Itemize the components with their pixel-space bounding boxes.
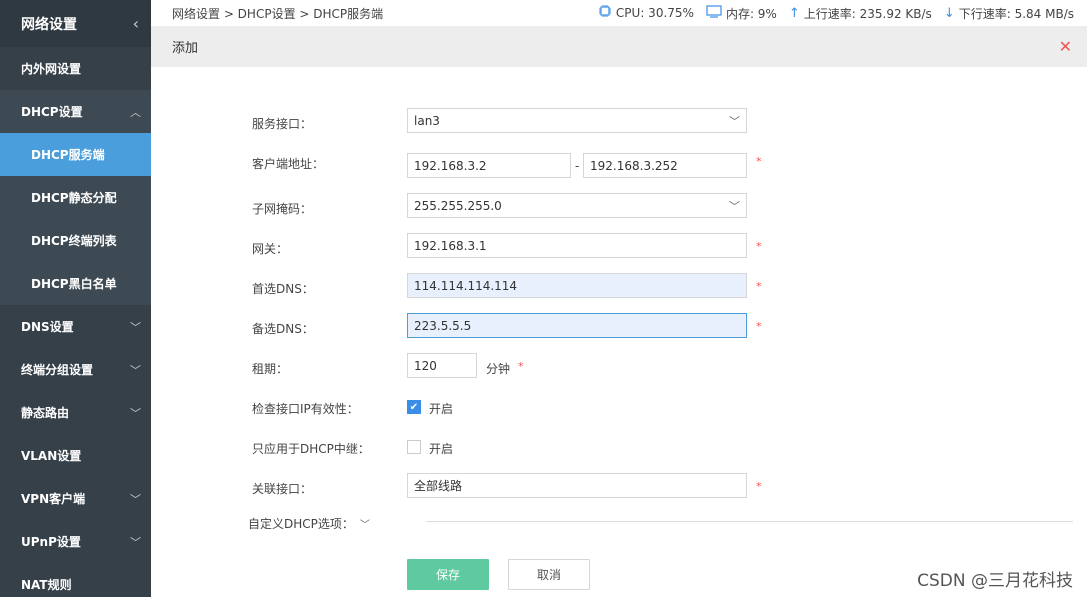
lease-label: 租期：: [252, 362, 289, 376]
required-mark: *: [756, 320, 762, 333]
chevron-down-icon: ﹀: [130, 492, 141, 506]
interface-label: 服务接口：: [252, 117, 313, 131]
panel-header: 添加 ✕: [151, 26, 1087, 67]
sidebar-subitem-dhcp-static[interactable]: DHCP静态分配: [0, 176, 151, 219]
link-interface-label: 关联接口：: [252, 482, 313, 496]
dns2-input[interactable]: 223.5.5.5: [407, 313, 747, 338]
sidebar-subitem-dhcp-server[interactable]: DHCP服务端: [0, 133, 151, 176]
cpu-icon: [598, 4, 612, 22]
relay-option-label: 开启: [429, 442, 454, 456]
watermark: CSDN @三月花科技: [917, 571, 1073, 591]
custom-dhcp-options-toggle[interactable]: 自定义DHCP选项： ﹀: [248, 515, 370, 532]
sidebar-item-nat[interactable]: NAT规则: [0, 563, 151, 597]
monitor-icon: [706, 4, 722, 22]
dns2-label: 备选DNS：: [252, 322, 314, 336]
chevron-down-icon: ﹀: [130, 363, 141, 377]
chevron-down-icon: ﹀: [130, 406, 141, 420]
sidebar-item-dns[interactable]: DNS设置 ﹀: [0, 305, 151, 348]
sidebar-item-vpn-client[interactable]: VPN客户端 ﹀: [0, 477, 151, 520]
chevron-down-icon: ﹀: [359, 520, 370, 531]
required-mark: *: [756, 155, 762, 168]
range-separator: -: [575, 159, 580, 173]
arrow-down-icon: ↓: [943, 5, 955, 21]
top-bar: 网络设置 > DHCP设置 > DHCP服务端 CPU: 30.75% 内存: …: [151, 0, 1087, 26]
sidebar-item-static-route[interactable]: 静态路由 ﹀: [0, 391, 151, 434]
panel-title: 添加: [172, 41, 199, 56]
sidebar-section-network[interactable]: 网络设置 ‹: [0, 0, 151, 47]
arrow-up-icon: ↑: [788, 5, 800, 21]
gateway-input[interactable]: 192.168.3.1: [407, 233, 747, 258]
check-ip-label: 检查接口IP有效性：: [252, 402, 359, 416]
gateway-label: 网关：: [252, 242, 289, 256]
close-icon[interactable]: ✕: [1059, 37, 1072, 56]
sidebar-item-terminal-group[interactable]: 终端分组设置 ﹀: [0, 348, 151, 391]
interface-select[interactable]: lan3 ﹀: [407, 108, 747, 133]
check-ip-checkbox[interactable]: ✔: [407, 400, 421, 414]
lease-unit: 分钟: [486, 362, 511, 376]
chevron-down-icon: ﹀: [729, 114, 740, 128]
sidebar-title: 网络设置: [21, 16, 77, 33]
sidebar-item-vlan[interactable]: VLAN设置: [0, 434, 151, 477]
sidebar-item-lan-wan[interactable]: 内外网设置: [0, 47, 151, 90]
sidebar-item-dhcp[interactable]: DHCP设置 ︿: [0, 90, 151, 133]
subnet-label: 子网掩码：: [252, 202, 313, 216]
required-mark: *: [518, 360, 524, 373]
required-mark: *: [756, 240, 762, 253]
dns1-input[interactable]: 114.114.114.114: [407, 273, 747, 298]
client-address-start-input[interactable]: 192.168.3.2: [407, 153, 571, 178]
relay-checkbox[interactable]: [407, 440, 421, 454]
chevron-down-icon: ﹀: [130, 535, 141, 549]
sidebar: 网络设置 ‹ 内外网设置 DHCP设置 ︿ DHCP服务端 DHCP静态分配 D…: [0, 0, 151, 597]
cancel-button[interactable]: 取消: [508, 559, 590, 590]
memory-stat: 内存: 9%: [706, 4, 777, 22]
client-address-label: 客户端地址：: [252, 157, 325, 171]
upload-stat: ↑ 上行速率: 235.92 KB/s: [788, 5, 932, 21]
required-mark: *: [756, 280, 762, 293]
subnet-select[interactable]: 255.255.255.0 ﹀: [407, 193, 747, 218]
chevron-left-icon[interactable]: ‹: [133, 14, 139, 33]
chevron-down-icon: ﹀: [729, 199, 740, 213]
link-interface-input[interactable]: 全部线路: [407, 473, 747, 498]
section-divider: [426, 521, 1073, 522]
chevron-up-icon: ︿: [130, 105, 141, 119]
required-mark: *: [756, 480, 762, 493]
sidebar-subitem-dhcp-blacklist[interactable]: DHCP黑白名单: [0, 262, 151, 305]
client-address-end-input[interactable]: 192.168.3.252: [583, 153, 747, 178]
breadcrumb: 网络设置 > DHCP设置 > DHCP服务端: [172, 6, 384, 21]
check-ip-option-label: 开启: [429, 402, 454, 416]
cpu-stat: CPU: 30.75%: [598, 4, 694, 22]
sidebar-item-upnp[interactable]: UPnP设置 ﹀: [0, 520, 151, 563]
lease-input[interactable]: 120: [407, 353, 477, 378]
relay-label: 只应用于DHCP中继：: [252, 442, 370, 456]
dns1-label: 首选DNS：: [252, 282, 314, 296]
download-stat: ↓ 下行速率: 5.84 MB/s: [943, 5, 1074, 21]
system-stats: CPU: 30.75% 内存: 9% ↑ 上行速率: 235.92 KB/s ↓…: [598, 4, 1074, 22]
chevron-down-icon: ﹀: [130, 320, 141, 334]
save-button[interactable]: 保存: [407, 559, 489, 590]
checkmark-icon: ✔: [409, 401, 419, 413]
sidebar-subitem-dhcp-clients[interactable]: DHCP终端列表: [0, 219, 151, 262]
